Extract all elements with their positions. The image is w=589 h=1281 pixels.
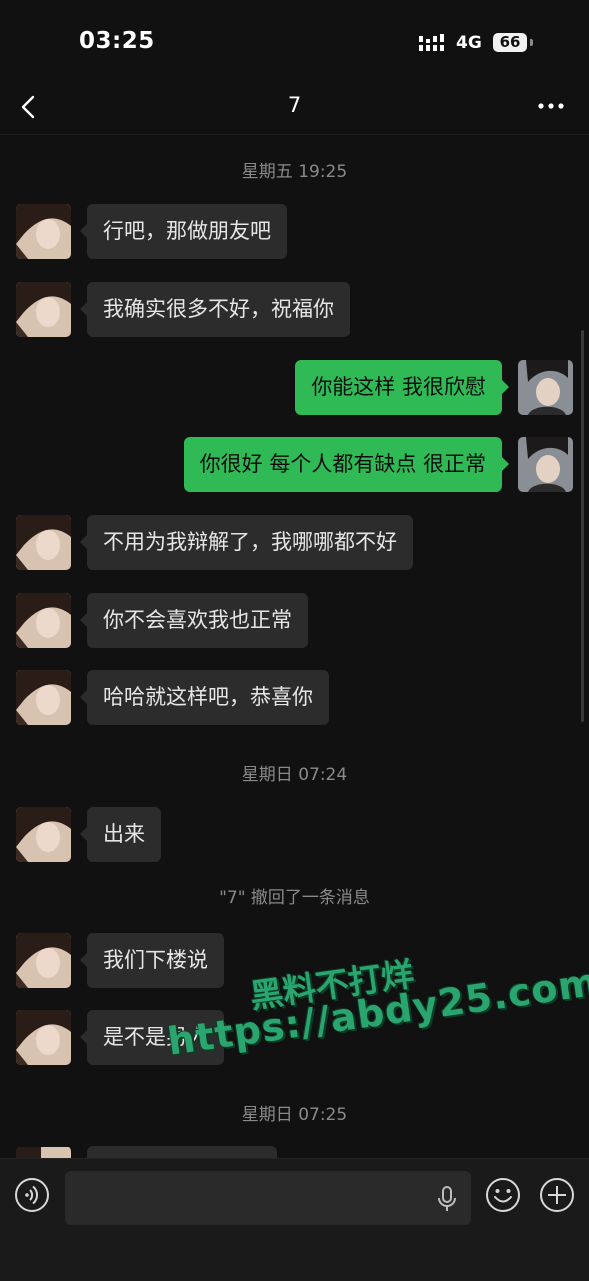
recall-notice: "7" 撤回了一条消息 <box>219 888 370 908</box>
bubble-tail <box>502 380 509 394</box>
status-time: 03:25 <box>79 28 155 54</box>
avatar[interactable] <box>16 204 71 259</box>
avatar[interactable] <box>16 1010 71 1065</box>
avatar[interactable] <box>16 515 71 570</box>
avatar[interactable] <box>518 360 573 415</box>
bubble-tail <box>80 224 87 238</box>
message-bubble[interactable]: 哈哈就这样吧，恭喜你 <box>87 670 329 725</box>
voice-toggle-icon[interactable] <box>14 1177 50 1213</box>
status-bar: 03:25 4G 66 <box>0 0 589 86</box>
message-bubble[interactable]: 我确实很多不好，祝福你 <box>87 282 350 337</box>
bubble-tail <box>80 953 87 967</box>
bubble-tail <box>80 690 87 704</box>
avatar[interactable] <box>16 282 71 337</box>
more-dots-icon[interactable] <box>538 96 564 116</box>
message-bubble[interactable]: 行吧，那做朋友吧 <box>87 204 287 259</box>
emoji-icon[interactable] <box>485 1177 521 1213</box>
plus-circle-icon[interactable] <box>539 1177 575 1213</box>
timestamp: 星期日 07:24 <box>241 765 348 785</box>
message-bubble[interactable]: 不用为我辩解了，我哪哪都不好 <box>87 515 413 570</box>
bubble-tail <box>80 302 87 316</box>
message-bubble[interactable]: 出来 <box>87 807 161 862</box>
avatar[interactable] <box>16 670 71 725</box>
message-input[interactable] <box>65 1171 471 1225</box>
timestamp: 星期日 07:25 <box>241 1105 348 1125</box>
avatar[interactable] <box>16 933 71 988</box>
bubble-tail <box>80 535 87 549</box>
message-bubble[interactable]: 你不会喜欢我也正常 <box>87 593 308 648</box>
battery-cap <box>530 39 533 46</box>
avatar[interactable] <box>16 593 71 648</box>
scrollbar[interactable] <box>581 330 584 722</box>
avatar[interactable] <box>518 437 573 492</box>
network-type: 4G <box>456 33 482 53</box>
microphone-icon[interactable] <box>437 1186 457 1212</box>
message-bubble[interactable]: 你能这样 我很欣慰 <box>295 360 502 415</box>
battery-icon: 66 <box>493 33 527 52</box>
bubble-tail <box>502 457 509 471</box>
signal-icon <box>419 34 444 51</box>
avatar[interactable] <box>16 807 71 862</box>
bubble-tail <box>80 1030 87 1044</box>
chat-header: 7 <box>0 86 589 135</box>
chat-title: 7 <box>287 93 302 117</box>
bubble-tail <box>80 613 87 627</box>
message-bubble[interactable]: 我们下楼说 <box>87 933 224 988</box>
message-bubble[interactable]: 你很好 每个人都有缺点 很正常 <box>183 437 502 492</box>
battery-level: 66 <box>499 33 521 51</box>
bubble-tail <box>80 827 87 841</box>
input-bar <box>0 1158 589 1281</box>
timestamp: 星期五 19:25 <box>241 162 348 182</box>
